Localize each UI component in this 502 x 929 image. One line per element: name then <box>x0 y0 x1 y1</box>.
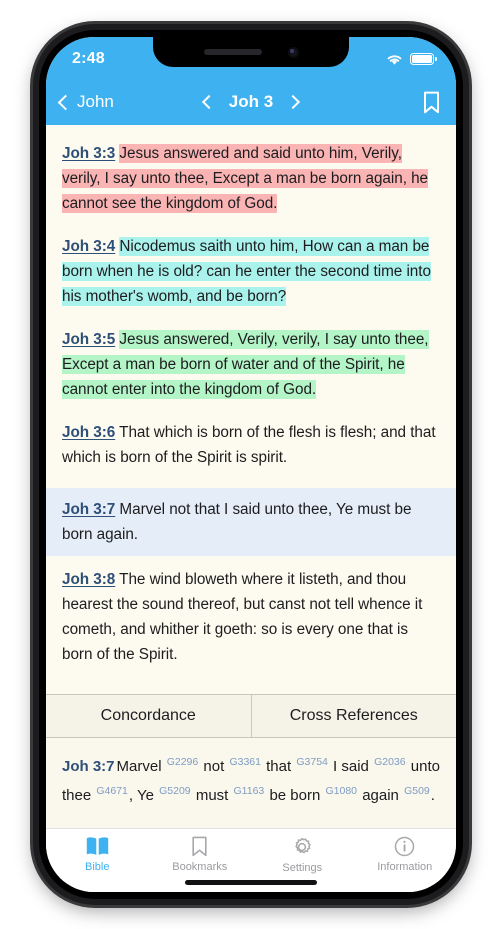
verse-row[interactable]: Joh 3:4 Nicodemus saith unto him, How ca… <box>46 234 456 309</box>
tab-bible[interactable]: Bible <box>46 836 149 873</box>
wifi-icon <box>387 54 402 65</box>
verse-reference-link[interactable]: Joh 3:3 <box>62 145 115 162</box>
verse-reference-link[interactable]: Joh 3:5 <box>62 331 115 348</box>
verse-row[interactable]: Joh 3:6 That which is born of the flesh … <box>46 420 456 470</box>
concordance-word[interactable]: not <box>203 758 224 775</box>
verse-row[interactable]: Joh 3:5 Jesus answered, Verily, verily, … <box>46 327 456 402</box>
device-notch <box>153 37 349 67</box>
previous-chapter-icon[interactable] <box>201 94 217 110</box>
concordance-word[interactable]: . <box>431 787 435 804</box>
bookmark-icon <box>424 91 439 113</box>
panel-tab-strip: Concordance Cross References <box>46 694 456 738</box>
current-chapter-label: Joh 3 <box>228 92 274 111</box>
concordance-word[interactable]: must <box>196 787 229 804</box>
strongs-number[interactable]: G4671 <box>96 785 128 797</box>
tab-settings[interactable]: Settings <box>251 836 354 874</box>
verse-text[interactable]: Jesus answered and said unto him, Verily… <box>62 144 428 213</box>
verse-text[interactable]: That which is born of the flesh is flesh… <box>62 424 436 466</box>
earpiece-speaker-icon <box>203 49 262 55</box>
tab-bookmarks[interactable]: Bookmarks <box>149 836 252 873</box>
concordance-word[interactable]: be born <box>269 787 320 804</box>
info-circle-icon <box>395 836 415 857</box>
tab-bookmarks-label: Bookmarks <box>172 861 228 873</box>
strongs-number[interactable]: G1163 <box>234 785 265 797</box>
add-bookmark-button[interactable] <box>423 91 440 114</box>
back-button[interactable]: John <box>57 92 114 112</box>
verse-text[interactable]: Nicodemus saith unto him, How can a man … <box>62 237 431 306</box>
strongs-number[interactable]: G2296 <box>167 756 199 768</box>
tab-information[interactable]: Information <box>354 836 457 873</box>
screenshot-root: 2:48 John Joh 3 Joh 3:3 Jesus answered a… <box>0 0 502 929</box>
gear-icon <box>295 837 312 854</box>
verse-row[interactable]: Joh 3:8 The wind bloweth where it listet… <box>46 567 456 667</box>
verse-row-selected[interactable]: Joh 3:7 Marvel not that I said unto thee… <box>46 488 456 556</box>
tab-settings-label: Settings <box>282 862 323 874</box>
concordance-word[interactable]: , Ye <box>129 787 154 804</box>
phone-screen: 2:48 John Joh 3 Joh 3:3 Jesus answered a… <box>46 37 456 892</box>
phone-device-frame: 2:48 John Joh 3 Joh 3:3 Jesus answered a… <box>33 24 469 905</box>
status-indicators <box>386 53 437 66</box>
verse-text[interactable]: Jesus answered, Verily, verily, I say un… <box>62 330 429 399</box>
home-indicator[interactable] <box>185 880 317 885</box>
verse-reference-link[interactable]: Joh 3:7 <box>62 501 115 518</box>
strongs-number[interactable]: G5209 <box>159 785 191 797</box>
navigation-bar: John Joh 3 <box>46 79 456 125</box>
concordance-word[interactable]: that <box>266 758 291 775</box>
chevron-left-icon <box>57 94 74 110</box>
verse-row[interactable]: Joh 3:3 Jesus answered and said unto him… <box>46 141 456 216</box>
tab-information-label: Information <box>377 861 433 873</box>
concordance-word[interactable]: again <box>362 787 399 804</box>
verse-text[interactable]: Marvel not that I said unto thee, Ye mus… <box>62 501 412 543</box>
strongs-number[interactable]: G2036 <box>374 756 406 768</box>
chapter-navigator: Joh 3 <box>201 92 301 112</box>
concordance-word[interactable]: Marvel <box>117 758 162 775</box>
concordance-verse-reference[interactable]: Joh 3:7 <box>62 758 115 775</box>
tab-cross-references[interactable]: Cross References <box>250 695 456 737</box>
strongs-number[interactable]: G3754 <box>296 756 328 768</box>
tab-bible-label: Bible <box>85 861 110 873</box>
status-time: 2:48 <box>72 50 105 67</box>
battery-icon <box>410 53 437 65</box>
bookmark-icon <box>192 836 207 857</box>
back-button-label: John <box>77 92 114 111</box>
verse-reference-link[interactable]: Joh 3:8 <box>62 571 115 588</box>
strongs-number[interactable]: G3361 <box>229 756 261 768</box>
strongs-number[interactable]: G1080 <box>325 785 357 797</box>
concordance-panel[interactable]: Joh 3:7 Marvel G2296 not G3361 that G3754… <box>46 738 456 828</box>
verse-reference-link[interactable]: Joh 3:4 <box>62 238 115 255</box>
next-chapter-icon[interactable] <box>285 94 301 110</box>
concordance-word[interactable]: I said <box>333 758 369 775</box>
bible-reading-pane[interactable]: Joh 3:3 Jesus answered and said unto him… <box>46 125 456 694</box>
verse-text[interactable]: The wind bloweth where it listeth, and t… <box>62 571 422 663</box>
verse-reference-link[interactable]: Joh 3:6 <box>62 424 115 441</box>
front-camera-icon <box>287 46 299 58</box>
strongs-number[interactable]: G509 <box>404 785 430 797</box>
battery-level-fill <box>412 55 432 63</box>
open-book-icon <box>86 837 108 855</box>
tab-concordance[interactable]: Concordance <box>46 695 251 737</box>
